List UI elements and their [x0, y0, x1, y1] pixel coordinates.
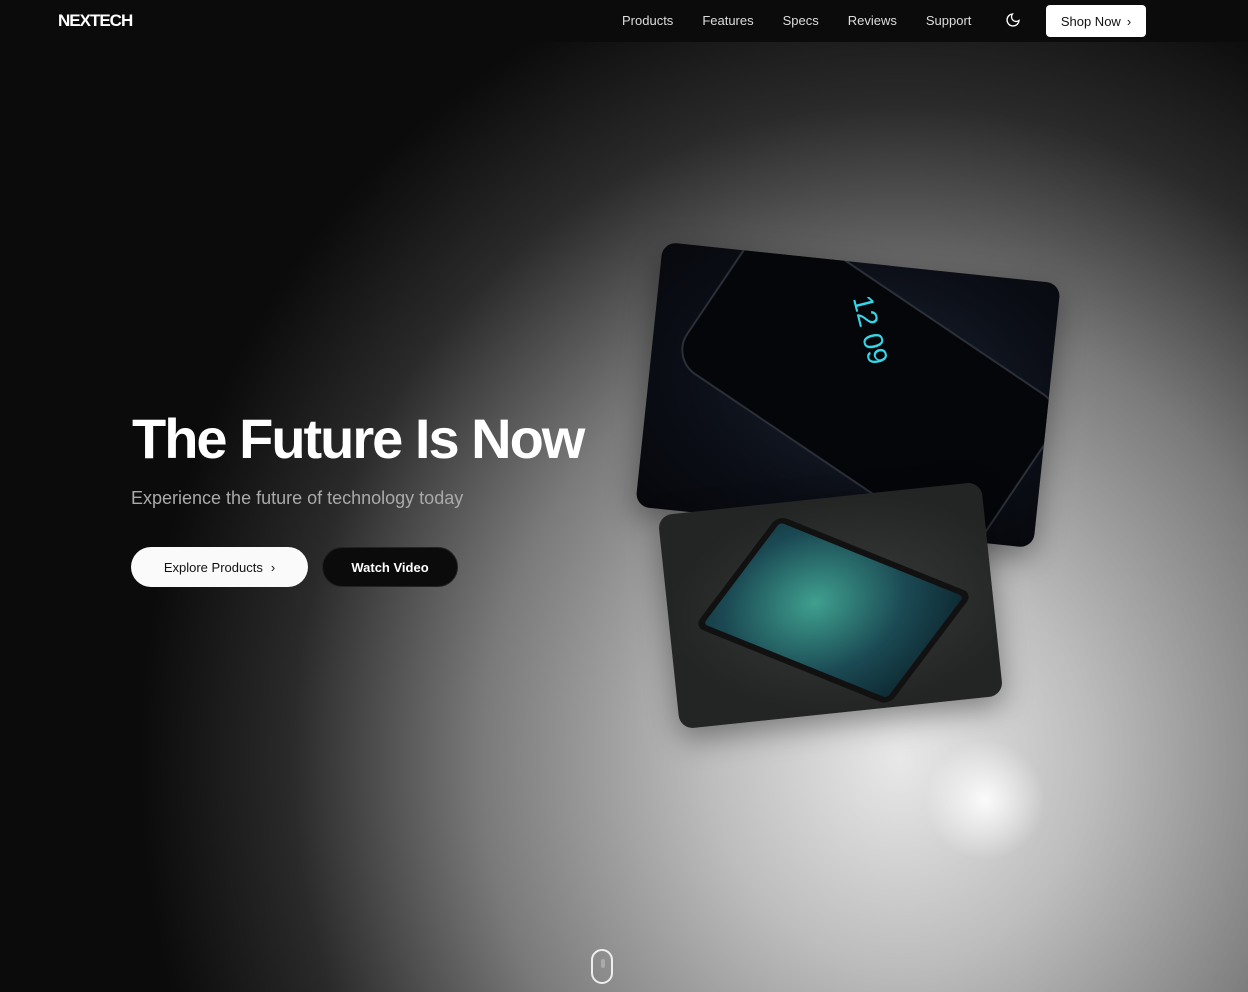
nav-link-products[interactable]: Products: [622, 13, 673, 28]
shop-now-label: Shop Now: [1060, 13, 1121, 29]
top-nav: NEXTECH Products Features Specs Reviews …: [0, 0, 1248, 42]
logo[interactable]: NEXTECH: [58, 11, 133, 31]
chevron-right-icon: ›: [1126, 13, 1132, 29]
tablet-image: [657, 481, 1004, 730]
nav-links: Products Features Specs Reviews Support: [622, 13, 971, 28]
explore-label: Explore Products: [163, 559, 263, 575]
watch-label: Watch Video: [351, 559, 429, 575]
nav-link-specs[interactable]: Specs: [783, 13, 819, 28]
nav-link-reviews[interactable]: Reviews: [848, 13, 897, 28]
scroll-indicator-icon[interactable]: [591, 949, 613, 984]
tablet-shape: [694, 515, 973, 706]
nav-link-support[interactable]: Support: [926, 13, 972, 28]
nav-link-features[interactable]: Features: [702, 13, 753, 28]
chevron-right-icon: ›: [270, 559, 276, 575]
moon-icon[interactable]: [1005, 12, 1021, 28]
hero-title: The Future Is Now: [132, 407, 585, 470]
explore-products-button[interactable]: Explore Products ›: [131, 547, 308, 587]
hero-subtitle: Experience the future of technology toda…: [131, 488, 464, 508]
shop-now-button[interactable]: Shop Now ›: [1046, 5, 1146, 37]
watch-video-button[interactable]: Watch Video: [322, 547, 458, 587]
